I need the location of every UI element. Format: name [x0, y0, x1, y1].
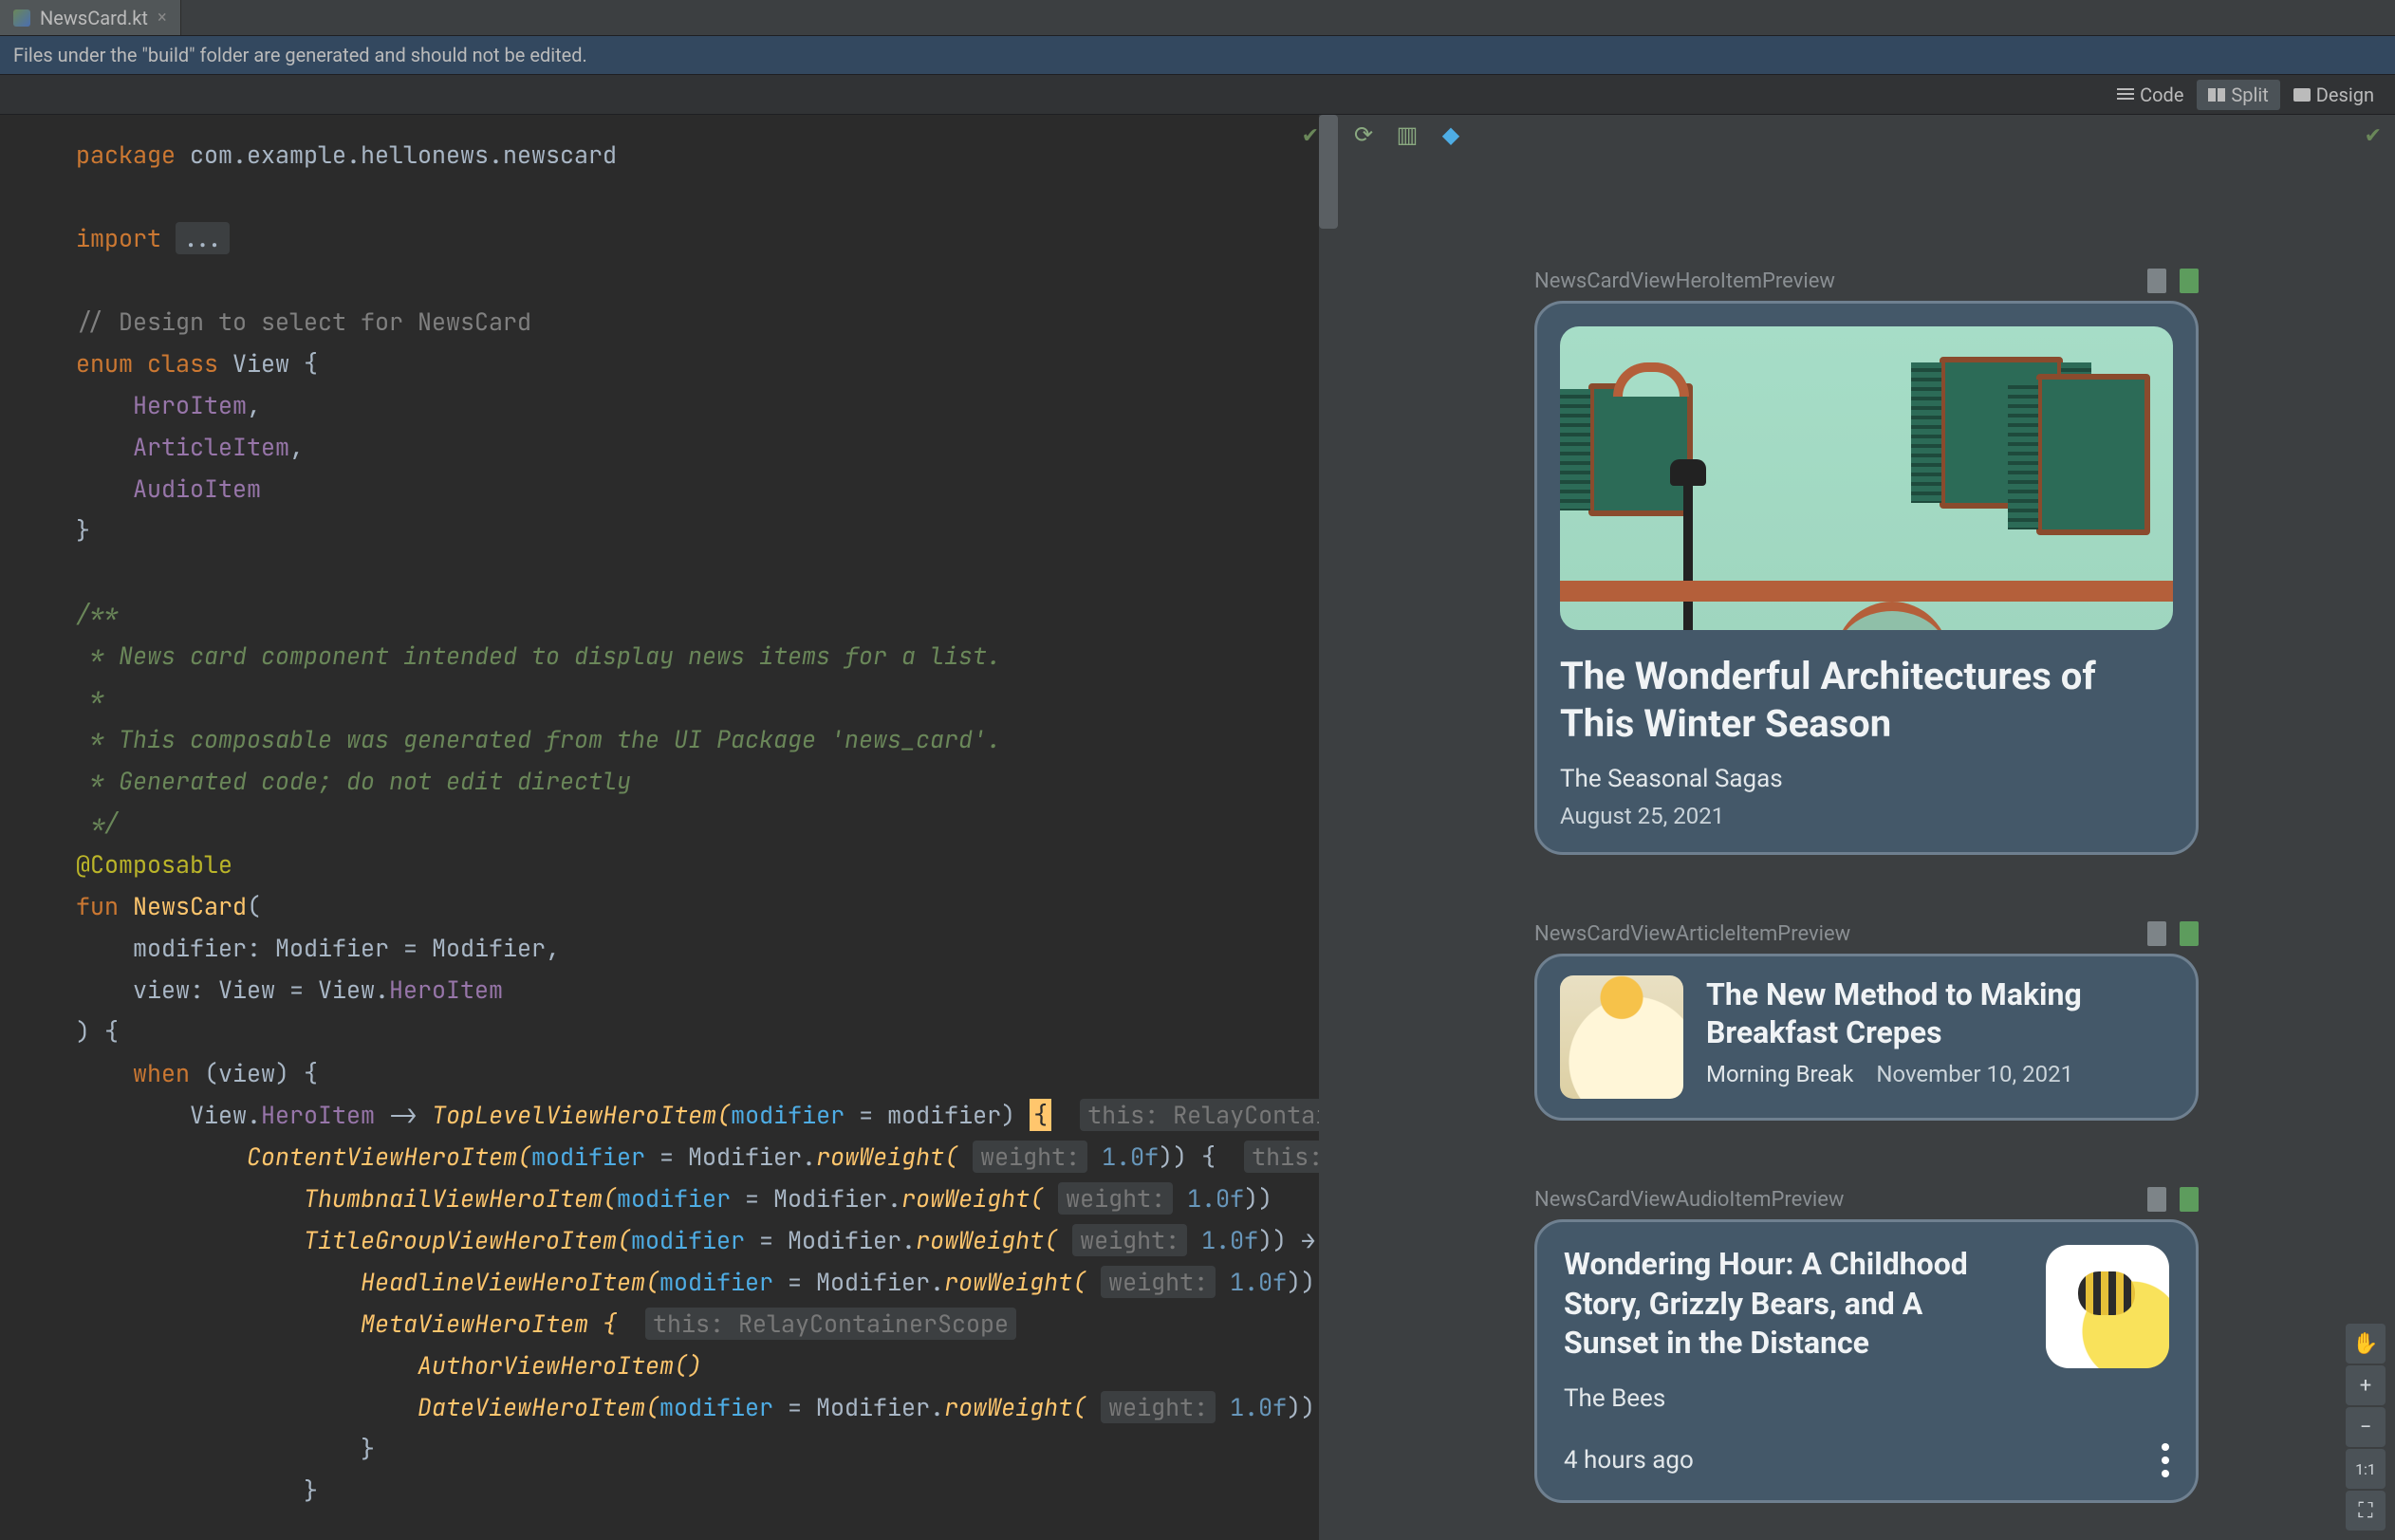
audio-author: The Bees	[1564, 1384, 2023, 1413]
preview-toolbar: ⟳ ▥ ◆	[1338, 115, 2395, 155]
preview-ok-icon: ✔	[2365, 124, 2382, 148]
deploy-device-icon[interactable]	[2147, 921, 2166, 946]
zoom-out-button[interactable]: −	[2346, 1407, 2386, 1447]
view-split-label: Split	[2231, 83, 2268, 106]
main-split: ✔ package com.example.hellonews.newscard…	[0, 115, 2395, 1540]
zoom-in-button[interactable]: +	[2346, 1365, 2386, 1405]
zoom-ratio-button[interactable]: 1:1	[2346, 1449, 2386, 1489]
scrollbar-thumb[interactable]	[1319, 115, 1338, 229]
code-content[interactable]: package com.example.hellonews.newscard i…	[0, 115, 1338, 1531]
split-icon	[2208, 88, 2225, 102]
article-source: Morning Break	[1706, 1061, 1853, 1087]
preview-article-group: NewsCardViewArticleItemPreview The New M…	[1534, 921, 2199, 1121]
run-preview-icon[interactable]	[2180, 269, 2199, 293]
more-menu-icon[interactable]	[2162, 1443, 2169, 1477]
file-tab[interactable]: NewsCard.kt ×	[0, 0, 181, 35]
design-icon	[2293, 88, 2311, 102]
article-headline: The New Method to Making Breakfast Crepe…	[1706, 975, 2173, 1051]
audio-time: 4 hours ago	[1564, 1446, 1694, 1475]
view-split-button[interactable]: Split	[2197, 80, 2279, 110]
close-tab-icon[interactable]: ×	[158, 8, 167, 28]
preview-canvas[interactable]: NewsCardViewHeroItemPreview The Wonde	[1338, 155, 2395, 1540]
audio-thumbnail	[2046, 1245, 2169, 1368]
refresh-preview-icon[interactable]: ⟳	[1351, 122, 1376, 147]
hero-thumbnail	[1560, 326, 2173, 630]
article-date: November 10, 2021	[1876, 1061, 2073, 1087]
article-card[interactable]: The New Method to Making Breakfast Crepe…	[1534, 954, 2199, 1121]
preview-hero-label: NewsCardViewHeroItemPreview	[1534, 269, 1835, 293]
generated-file-warning: Files under the "build" folder are gener…	[0, 36, 2395, 75]
preview-audio-group: NewsCardViewAudioItemPreview Wondering H…	[1534, 1187, 2199, 1503]
view-code-label: Code	[2140, 83, 2183, 106]
compose-preview-pane: ⟳ ▥ ◆ ✔ NewsCardViewHeroItemPreview	[1338, 115, 2395, 1540]
audio-card[interactable]: Wondering Hour: A Childhood Story, Grizz…	[1534, 1219, 2199, 1503]
hero-card[interactable]: The Wonderful Architectures of This Wint…	[1534, 301, 2199, 855]
pan-button[interactable]: ✋	[2346, 1324, 2386, 1364]
preview-hero-group: NewsCardViewHeroItemPreview The Wonde	[1534, 269, 2199, 855]
editor-tabbar: NewsCard.kt ×	[0, 0, 2395, 36]
article-thumbnail	[1560, 975, 1683, 1099]
zoom-fit-button[interactable]: ⛶	[2346, 1491, 2386, 1531]
editor-view-toggle: Code Split Design	[0, 75, 2395, 115]
layout-inspector-icon[interactable]: ▥	[1395, 122, 1420, 147]
kotlin-file-icon	[13, 9, 30, 27]
preview-audio-label: NewsCardViewAudioItemPreview	[1534, 1188, 1844, 1212]
view-code-button[interactable]: Code	[2106, 80, 2195, 110]
analysis-ok-icon: ✔	[1302, 124, 1319, 148]
code-lines-icon	[2117, 88, 2134, 102]
editor-scrollbar[interactable]	[1319, 115, 1338, 1540]
zoom-controls: ✋ + − 1:1 ⛶	[2346, 1324, 2386, 1531]
run-preview-icon[interactable]	[2180, 921, 2199, 946]
hero-date: August 25, 2021	[1560, 803, 2173, 829]
tab-filename: NewsCard.kt	[40, 7, 148, 29]
preview-article-label: NewsCardViewArticleItemPreview	[1534, 922, 1850, 946]
audio-headline: Wondering Hour: A Childhood Story, Grizz…	[1564, 1245, 2023, 1364]
hero-author: The Seasonal Sagas	[1560, 765, 2173, 793]
code-editor[interactable]: ✔ package com.example.hellonews.newscard…	[0, 115, 1338, 1540]
view-design-button[interactable]: Design	[2282, 80, 2386, 110]
layers-icon[interactable]: ◆	[1439, 122, 1463, 147]
deploy-device-icon[interactable]	[2147, 269, 2166, 293]
deploy-device-icon[interactable]	[2147, 1187, 2166, 1212]
view-design-label: Design	[2316, 83, 2374, 106]
run-preview-icon[interactable]	[2180, 1187, 2199, 1212]
hero-headline: The Wonderful Architectures of This Wint…	[1560, 653, 2173, 748]
